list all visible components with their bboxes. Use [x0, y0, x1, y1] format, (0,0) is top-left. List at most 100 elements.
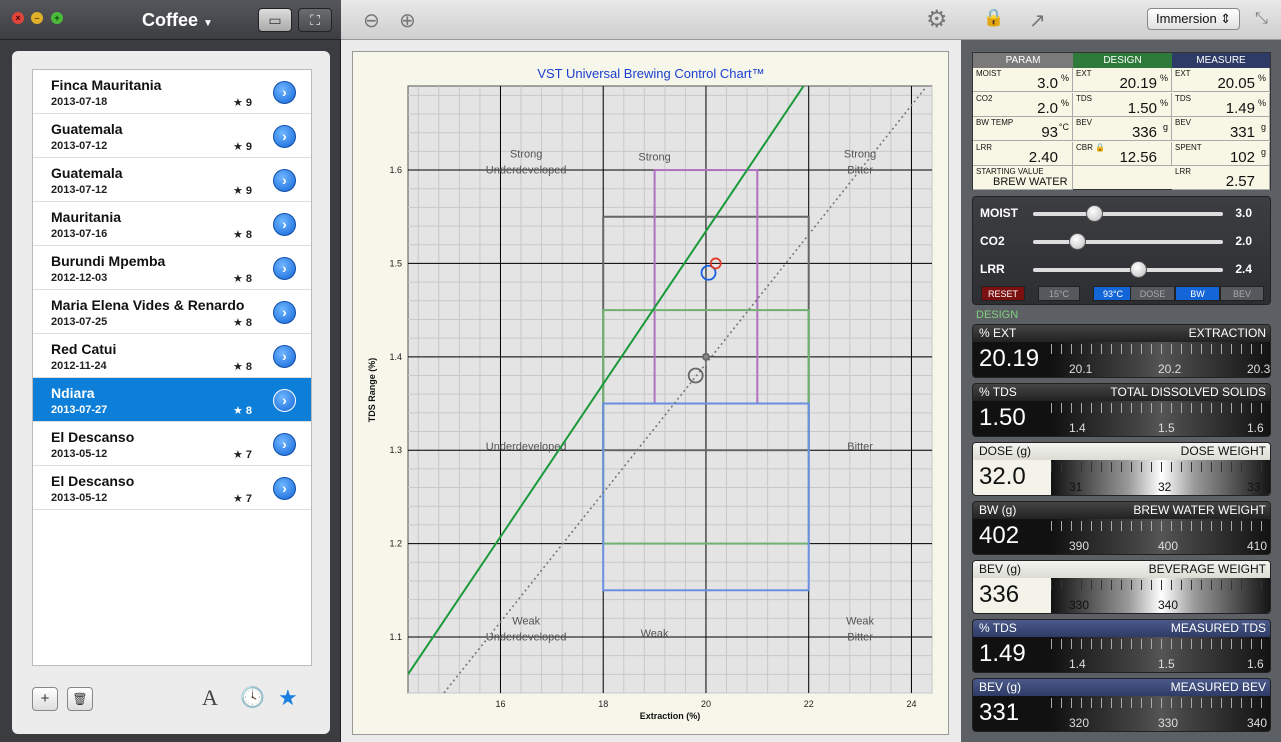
chevron-right-icon: ›	[282, 260, 287, 276]
slider-handle[interactable]	[1068, 233, 1086, 250]
coffee-name: El Descanso	[51, 473, 135, 489]
slider-track[interactable]	[1033, 212, 1223, 216]
list-item[interactable]: Finca Mauritania 2013-07-18 ★ 9 ›	[33, 70, 311, 114]
list-item[interactable]: Burundi Mpemba 2012-12-03 ★ 8 ›	[33, 246, 311, 290]
zoom-in-button[interactable]: ⊕	[399, 8, 416, 33]
list-item[interactable]: Mauritania 2013-07-16 ★ 8 ›	[33, 202, 311, 246]
detail-button[interactable]: ›	[273, 301, 296, 324]
meter-name: EXTRACTION	[1188, 326, 1266, 340]
meter-name: MEASURED TDS	[1170, 621, 1266, 635]
list-item[interactable]: Guatemala 2013-07-12 ★ 9 ›	[33, 158, 311, 202]
detail-button[interactable]: ›	[273, 257, 296, 280]
share-icon: ↗	[1029, 10, 1046, 32]
share-button[interactable]: ↗	[1029, 8, 1046, 33]
chevron-right-icon: ›	[282, 392, 287, 408]
detail-button[interactable]: ›	[273, 389, 296, 412]
lock-button[interactable]: 🔒	[983, 8, 1004, 28]
mode-button-1[interactable]: 15°C	[1038, 286, 1080, 301]
meter-total-dissolved-solids[interactable]: % TDS TOTAL DISSOLVED SOLIDS 1.50 1.4 1.5 1.6	[972, 383, 1271, 437]
mode-button-4[interactable]: BW	[1175, 286, 1220, 301]
fullscreen-view-button[interactable]: ⛶	[298, 8, 332, 32]
meter-name: TOTAL DISSOLVED SOLIDS	[1110, 385, 1266, 399]
meter-scale[interactable]: 31 32 33	[1051, 460, 1270, 495]
meter-value: 402	[979, 522, 1020, 549]
meter-scale[interactable]: 1.4 1.5 1.6	[1051, 401, 1270, 436]
chevron-right-icon: ›	[282, 304, 287, 320]
window-title-menu[interactable]: Coffee ▼	[142, 10, 213, 31]
param-value: 1.49	[1225, 99, 1255, 117]
coffee-list-panel: × – + Coffee ▼ ▭ ⛶ Finca Mauritania 2013-…	[0, 0, 341, 742]
mode-button-5[interactable]: BEV	[1220, 286, 1264, 301]
coffee-rating: ★ 8	[233, 405, 253, 417]
rating-sort-button[interactable]: ★	[278, 685, 298, 711]
slider-track[interactable]	[1033, 268, 1223, 272]
date-sort-button[interactable]: 🕓	[240, 685, 265, 710]
close-window-button[interactable]: ×	[12, 12, 24, 24]
param-cell: EXT 20.19%	[1073, 68, 1172, 92]
meter-scale[interactable]: 1.4 1.5 1.6	[1051, 637, 1270, 672]
slider-handle[interactable]	[1085, 205, 1103, 222]
detail-button[interactable]: ›	[273, 125, 296, 148]
detail-button[interactable]: ›	[273, 345, 296, 368]
meter-scale[interactable]: 330 340	[1051, 578, 1270, 613]
detail-button[interactable]: ›	[273, 169, 296, 192]
meter-tick-label: 390	[1069, 539, 1090, 553]
y-tick-label: 1.5	[389, 258, 402, 268]
y-tick-label: 1.1	[389, 632, 402, 642]
list-card: Finca Mauritania 2013-07-18 ★ 9 › Guatemala 2…	[12, 51, 330, 734]
minimize-window-button[interactable]: –	[31, 12, 43, 24]
meter-tick-label: 340	[1247, 716, 1268, 730]
meter-measured-tds[interactable]: % TDS MEASURED TDS 1.49 1.4 1.5 1.6	[972, 619, 1271, 673]
slider-handle[interactable]	[1129, 261, 1147, 278]
mode-button-0[interactable]: RESET	[981, 286, 1025, 301]
meter-dose-weight[interactable]: DOSE (g) DOSE WEIGHT 32.0 31 32 33	[972, 442, 1271, 496]
x-tick-label: 16	[495, 699, 505, 709]
zone-label: Weak	[641, 628, 669, 640]
list-item[interactable]: Maria Elena Vides & Renardo 2013-07-25 ★ 8…	[33, 290, 311, 334]
zoom-window-button[interactable]: +	[51, 12, 63, 24]
meter-measured-bev[interactable]: BEV (g) MEASURED BEV 331 320 330 340	[972, 678, 1271, 732]
meter-beverage-weight[interactable]: BEV (g) BEVERAGE WEIGHT 336 330 340	[972, 560, 1271, 614]
font-sort-button[interactable]: A	[202, 685, 218, 711]
list-item[interactable]: Ndiara 2013-07-27 ★ 8 ›	[33, 378, 311, 422]
delete-button[interactable]: 🗑	[67, 687, 93, 711]
zoom-out-button[interactable]: ⊖	[363, 8, 380, 33]
coffee-date: 2013-05-12	[51, 448, 108, 460]
collapse-button[interactable]: ⤡	[1255, 10, 1268, 28]
archive-view-button[interactable]: ▭	[258, 8, 292, 32]
meter-scale[interactable]: 20.1 20.2 20.3	[1051, 342, 1270, 377]
list-item[interactable]: Red Catui 2012-11-24 ★ 8 ›	[33, 334, 311, 378]
meter-scale[interactable]: 390 400 410	[1051, 519, 1270, 554]
list-item[interactable]: Guatemala 2013-07-12 ★ 9 ›	[33, 114, 311, 158]
meter-unit: % TDS	[979, 385, 1017, 399]
add-button[interactable]: +	[32, 687, 58, 711]
x-axis-label: Extraction (%)	[640, 711, 701, 721]
mode-button-3[interactable]: DOSE	[1130, 286, 1175, 301]
chevron-right-icon: ›	[282, 348, 287, 364]
meter-brew-water-weight[interactable]: BW (g) BREW WATER WEIGHT 402 390 400 410	[972, 501, 1271, 555]
list-item[interactable]: El Descanso 2013-05-12 ★ 7 ›	[33, 466, 311, 510]
meter-scale[interactable]: 320 330 340	[1051, 696, 1270, 731]
zone-label: Bitter	[847, 631, 873, 643]
detail-button[interactable]: ›	[273, 477, 296, 500]
list-item[interactable]: El Descanso 2013-05-12 ★ 7 ›	[33, 422, 311, 466]
detail-button[interactable]: ›	[273, 433, 296, 456]
coffee-date: 2013-07-18	[51, 96, 108, 108]
coffee-date: 2013-07-27	[51, 404, 108, 416]
slider-track[interactable]	[1033, 240, 1223, 244]
meter-tick-label: 1.4	[1069, 421, 1086, 435]
meter-tick-label: 400	[1158, 539, 1179, 553]
brew-mode-select[interactable]: Immersion ⇕	[1147, 8, 1240, 30]
param-value: 2.40	[1028, 148, 1058, 166]
zone-label: Underdeveloped	[486, 441, 567, 453]
detail-button[interactable]: ›	[273, 213, 296, 236]
detail-button[interactable]: ›	[273, 81, 296, 104]
settings-button[interactable]: ⚙	[926, 5, 948, 34]
slider-panel: MOIST 3.0 CO2 2.0 LRR 2.4 RESET 15°C 93°C DOSE BW B…	[972, 196, 1271, 305]
param-key: EXT	[1076, 69, 1092, 78]
meter-extraction[interactable]: % EXT EXTRACTION 20.19 20.1 20.2 20.3	[972, 324, 1271, 378]
mode-button-2[interactable]: 93°C	[1093, 286, 1133, 301]
meter-ticks	[1051, 462, 1270, 472]
meter-value: 1.50	[979, 404, 1026, 431]
meter-unit: % EXT	[979, 326, 1017, 340]
